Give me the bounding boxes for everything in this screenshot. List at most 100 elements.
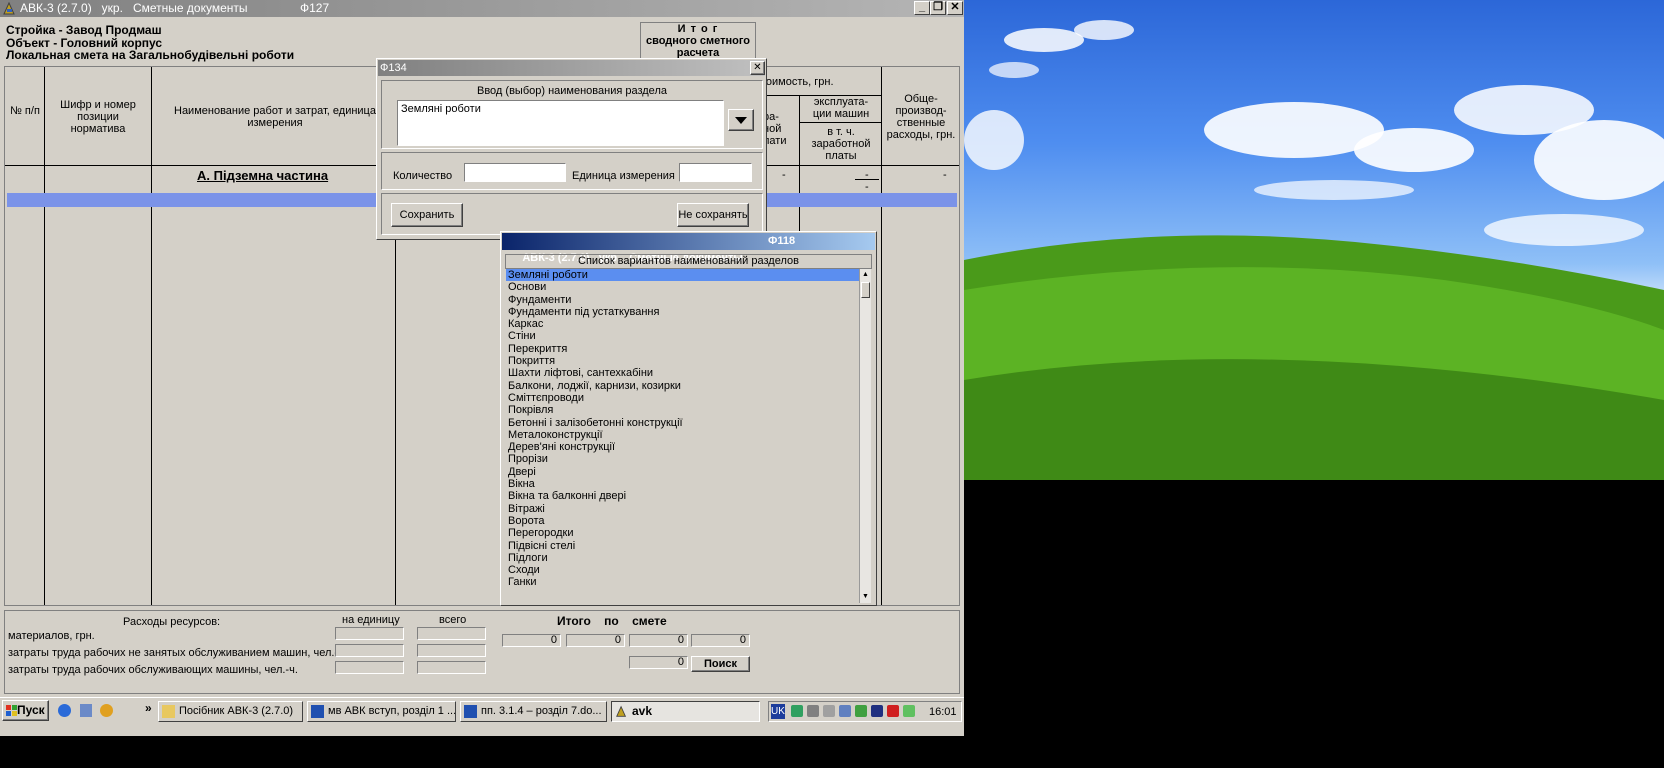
- word-icon: [311, 705, 324, 718]
- list-item[interactable]: Двері: [506, 466, 859, 478]
- list-item[interactable]: Перегородки: [506, 527, 859, 539]
- more-icon[interactable]: »: [145, 701, 152, 715]
- tray-icon[interactable]: [903, 705, 915, 717]
- itogo-label: Итого по смете: [557, 614, 667, 628]
- list-item[interactable]: Покрівля: [506, 404, 859, 416]
- unit-label: Единица измерения: [572, 170, 675, 182]
- scroll-thumb[interactable]: [861, 282, 870, 298]
- tray-icon[interactable]: [887, 705, 899, 717]
- materials-per-unit-field[interactable]: [335, 627, 404, 640]
- media-player-icon[interactable]: [100, 704, 113, 717]
- task-label: пп. 3.1.4 – розділ 7.do...: [481, 705, 602, 717]
- tray-icon[interactable]: [871, 705, 883, 717]
- start-button[interactable]: Пуск: [2, 700, 49, 721]
- total-field-2: 0: [566, 634, 625, 647]
- list-item[interactable]: Ганки: [506, 576, 859, 588]
- tray-icon[interactable]: [807, 705, 819, 717]
- list-item[interactable]: Перекриття: [506, 343, 859, 355]
- list-item[interactable]: Фундаменти: [506, 294, 859, 306]
- labor2-per-unit-field[interactable]: [335, 661, 404, 674]
- buttons-group: Сохранить Не сохранять: [381, 193, 763, 235]
- resources-label: Расходы ресурсов:: [123, 616, 221, 628]
- tray-icon[interactable]: [855, 705, 867, 717]
- minimize-button[interactable]: _: [914, 1, 930, 15]
- list-item[interactable]: Вікна та балконні двері: [506, 490, 859, 502]
- system-tray: UK 16:01: [768, 701, 962, 722]
- labor2-total-field[interactable]: [417, 661, 486, 674]
- total-field-3: 0: [629, 634, 688, 647]
- materials-label: материалов, грн.: [8, 630, 95, 642]
- section-list[interactable]: Земляні роботи Основи Фундаменти Фундаме…: [506, 269, 859, 597]
- clock[interactable]: 16:01: [929, 706, 957, 718]
- ie-icon[interactable]: [58, 704, 71, 717]
- app-icon: [615, 705, 628, 718]
- list-item[interactable]: Прорізи: [506, 453, 859, 465]
- section-name-input[interactable]: Земляні роботи: [397, 100, 724, 146]
- task-folder[interactable]: Посібник АВК-3 (2.7.0): [158, 701, 303, 722]
- tray-icon[interactable]: [823, 705, 835, 717]
- list-item[interactable]: Підлоги: [506, 552, 859, 564]
- dialog118-titlebar[interactable]: АВК-3 (2.7.0) укр. Сметные документы Ф11…: [502, 233, 875, 264]
- list-item[interactable]: Ворота: [506, 515, 859, 527]
- section-name-group: Ввод (выбор) наименования раздела Землян…: [381, 80, 763, 149]
- total-field-4: 0: [691, 634, 750, 647]
- grid-line: [799, 122, 881, 123]
- list-item[interactable]: Металоконструкції: [506, 429, 859, 441]
- task-word-1[interactable]: мв АВК вступ, розділ 1 ...: [307, 701, 456, 722]
- list-item[interactable]: Підвісні стелі: [506, 540, 859, 552]
- itog-summary-box[interactable]: И т о г сводного сметного расчета: [640, 22, 756, 62]
- labor1-per-unit-field[interactable]: [335, 644, 404, 657]
- search-button[interactable]: Поиск: [691, 656, 750, 672]
- list-item[interactable]: Вітражі: [506, 503, 859, 515]
- quantity-group: Количество Единица измерения: [381, 152, 763, 190]
- form-code: Ф127: [300, 1, 330, 15]
- dash-cell: -: [865, 181, 869, 193]
- desktop-icon[interactable]: [80, 704, 92, 717]
- tray-icon[interactable]: [791, 705, 803, 717]
- task-avk[interactable]: avk: [611, 701, 760, 722]
- list-item[interactable]: Сходи: [506, 564, 859, 576]
- language-indicator[interactable]: UK: [771, 704, 785, 719]
- section-dropdown-button[interactable]: [728, 109, 754, 131]
- dialog134-close-button[interactable]: ✕: [750, 61, 765, 75]
- materials-total-field[interactable]: [417, 627, 486, 640]
- list-item[interactable]: Фундаменти під устаткування: [506, 306, 859, 318]
- quantity-input[interactable]: [464, 163, 566, 182]
- main-titlebar[interactable]: АВК-3 (2.7.0) укр. Сметные документы Ф12…: [0, 0, 964, 17]
- scroll-down-icon[interactable]: ▼: [860, 591, 871, 603]
- per-unit-label: на единицу: [342, 614, 400, 626]
- total-label: всего: [439, 614, 467, 626]
- close-button[interactable]: ✕: [947, 1, 963, 15]
- save-button[interactable]: Сохранить: [391, 203, 463, 227]
- no-save-button[interactable]: Не сохранять: [677, 203, 749, 227]
- task-label: avk: [632, 704, 653, 718]
- labor1-total-field[interactable]: [417, 644, 486, 657]
- list-item[interactable]: Основи: [506, 281, 859, 293]
- unit-input[interactable]: [679, 163, 752, 182]
- list-item[interactable]: Бетонні і залізобетонні конструкції: [506, 417, 859, 429]
- list-scrollbar[interactable]: ▲ ▼: [859, 269, 871, 603]
- quantity-label: Количество: [393, 170, 453, 182]
- section-title[interactable]: А. Підземна частина: [197, 168, 328, 183]
- total-field-1: 0: [502, 634, 561, 647]
- start-label: Пуск: [17, 703, 45, 717]
- list-item[interactable]: Покриття: [506, 355, 859, 367]
- list-item[interactable]: Каркас: [506, 318, 859, 330]
- list-item[interactable]: Сміттєпроводи: [506, 392, 859, 404]
- labor-not-machine-label: затраты труда рабочих не занятых обслужи…: [8, 647, 347, 659]
- restore-button[interactable]: ❐: [930, 1, 946, 15]
- list-item[interactable]: Балкони, лоджії, карнизи, козирки: [506, 380, 859, 392]
- list-item[interactable]: Вікна: [506, 478, 859, 490]
- list-item[interactable]: Земляні роботи: [506, 269, 859, 282]
- scroll-up-icon[interactable]: ▲: [860, 269, 871, 281]
- dialog134-titlebar[interactable]: Ф134: [378, 60, 765, 76]
- task-word-2[interactable]: пп. 3.1.4 – розділ 7.do...: [460, 701, 607, 722]
- col-header-num: № п/п: [10, 105, 40, 117]
- list-item[interactable]: Шахти ліфтові, сантехкабіни: [506, 367, 859, 379]
- word-icon: [464, 705, 477, 718]
- tray-icon[interactable]: [839, 705, 851, 717]
- itog-label-2: сводного сметного: [645, 35, 750, 47]
- list-item[interactable]: Дерев'яні конструкції: [506, 441, 859, 453]
- list-item[interactable]: Стіни: [506, 330, 859, 342]
- labor-machine-label: затраты труда рабочих обслуживающих маши…: [8, 664, 298, 676]
